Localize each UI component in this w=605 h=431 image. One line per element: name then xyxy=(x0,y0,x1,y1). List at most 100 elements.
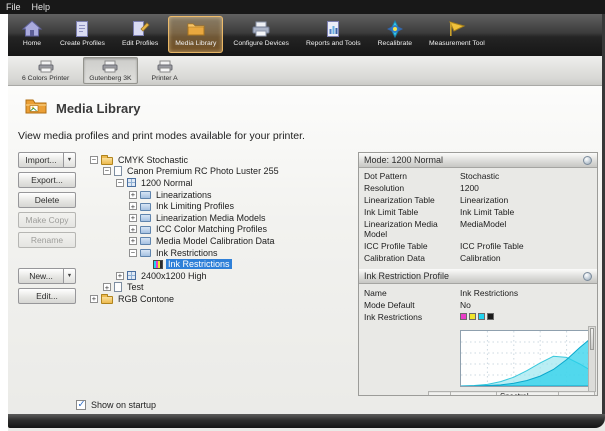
media-library-page: Media Library View media profiles and pr… xyxy=(8,86,605,431)
rename-button[interactable]: Rename xyxy=(18,232,76,248)
edit-profiles-icon xyxy=(129,19,151,39)
property-label: Mode Default xyxy=(364,299,415,310)
tree-item-media-model-calibration-data[interactable]: Media Model Calibration Data xyxy=(90,235,354,247)
expand-expander-icon[interactable] xyxy=(129,202,137,211)
new-dropdown-arrow-icon[interactable]: ▼ xyxy=(64,268,76,284)
collapse-expander-icon[interactable] xyxy=(90,155,98,164)
tree-item-cmyk-stochastic[interactable]: CMYK Stochastic xyxy=(90,154,354,166)
tree-item-label: RGB Contone xyxy=(118,293,175,304)
property-label: ICC Profile Table xyxy=(364,240,428,251)
property-row: Calibration Data Calibration xyxy=(359,252,597,264)
export-button[interactable]: Export... xyxy=(18,172,76,188)
tree-item-rgb-contone[interactable]: RGB Contone xyxy=(90,293,354,305)
property-row: Ink Limit Table Ink Limit Table xyxy=(359,207,597,219)
toolbar-item-edit-profiles[interactable]: Edit Profiles xyxy=(115,16,165,53)
property-label: Linearization Table xyxy=(364,195,435,206)
ink-swatch xyxy=(460,312,467,320)
tree-item-ink-restrictions-selected[interactable]: Ink Restrictions xyxy=(90,258,354,270)
ink-restriction-section-title: Ink Restriction Profile xyxy=(364,271,450,282)
property-value: 1200 xyxy=(460,183,479,194)
scrollbar-thumb[interactable] xyxy=(590,328,594,351)
ink-restriction-icon xyxy=(153,259,163,269)
folder-icon xyxy=(101,293,113,304)
tree-item-test[interactable]: Test xyxy=(90,282,354,294)
tree-item-label: 1200 Normal xyxy=(141,177,193,188)
toolbar-item-reports-tools[interactable]: Reports and Tools xyxy=(299,16,368,53)
import-button[interactable]: Import... xyxy=(18,152,64,168)
tree-item-linearization-media-models[interactable]: Linearization Media Models xyxy=(90,212,354,224)
details-panel: Mode: 1200 Normal Dot Pattern Stochastic… xyxy=(358,152,598,396)
expand-expander-icon[interactable] xyxy=(90,294,98,303)
ink-swatch-row: Ink Restrictions xyxy=(359,311,597,323)
printer-tab-6-colors[interactable]: 6 Colors Printer xyxy=(16,57,75,84)
property-row: Name Ink Restrictions xyxy=(359,287,597,299)
page-title: Media Library xyxy=(56,101,141,116)
expand-expander-icon[interactable] xyxy=(129,225,137,234)
toolbar-item-create-profiles[interactable]: Create Profiles xyxy=(53,16,112,53)
property-label: Resolution xyxy=(364,183,405,194)
toolbar-item-home[interactable]: Home xyxy=(14,16,50,53)
property-value: Linearization xyxy=(460,195,509,206)
property-label: Ink Restrictions xyxy=(364,311,423,322)
tree-item-2400x1200-high[interactable]: 2400x1200 High xyxy=(90,270,354,282)
configure-devices-icon xyxy=(250,19,272,39)
toolbar-item-label: Configure Devices xyxy=(233,40,289,47)
expand-expander-icon[interactable] xyxy=(129,213,137,222)
edit-button[interactable]: Edit... xyxy=(18,288,76,304)
expand-expander-icon[interactable] xyxy=(129,190,137,199)
new-button[interactable]: New... xyxy=(18,268,64,284)
property-value: Stochastic xyxy=(460,171,500,182)
window-bottom-frame xyxy=(8,414,605,428)
collapse-expander-icon[interactable] xyxy=(129,248,137,257)
menu-help[interactable]: Help xyxy=(32,2,51,12)
page-header: Media Library xyxy=(24,96,605,121)
show-on-startup-checkbox[interactable] xyxy=(76,399,86,410)
toolbar-item-recalibrate[interactable]: Recalibrate xyxy=(371,16,419,53)
media-profile-icon xyxy=(114,166,122,177)
vertical-scrollbar[interactable] xyxy=(588,326,596,392)
tree-item-canon-premium[interactable]: Canon Premium RC Photo Luster 255 xyxy=(90,166,354,178)
tree-item-label: Canon Premium RC Photo Luster 255 xyxy=(127,166,279,177)
collapse-expander-icon[interactable] xyxy=(103,166,111,176)
tree-item-label: CMYK Stochastic xyxy=(118,154,189,165)
toolbar-item-label: Edit Profiles xyxy=(121,40,159,47)
printer-tab-label: Gutenberg 3K xyxy=(89,75,132,82)
tree-item-linearizations[interactable]: Linearizations xyxy=(90,189,354,201)
toolbar-item-media-library[interactable]: Media Library xyxy=(168,16,224,53)
tree-item-1200-normal[interactable]: 1200 Normal xyxy=(90,177,354,189)
menu-file[interactable]: File xyxy=(6,2,21,12)
printer-tab-printer-a[interactable]: Printer A xyxy=(146,57,184,84)
property-row: Resolution 1200 xyxy=(359,183,597,195)
import-dropdown-arrow-icon[interactable]: ▼ xyxy=(64,152,76,168)
ink-restriction-section-header: Ink Restriction Profile xyxy=(359,269,597,285)
toolbar-item-measurement-tool[interactable]: Measurement Tool xyxy=(422,16,492,53)
collapse-expander-icon[interactable] xyxy=(116,178,124,187)
printer-tab-label: Printer A xyxy=(151,75,178,82)
expand-expander-icon[interactable] xyxy=(116,271,124,280)
content-area: Import... ▼ Export... Delete Make Copy R… xyxy=(18,152,598,396)
print-mode-icon xyxy=(127,271,136,281)
property-label: Dot Pattern xyxy=(364,171,407,182)
expand-expander-icon[interactable] xyxy=(103,283,111,292)
info-icon[interactable] xyxy=(583,271,592,281)
printer-icon xyxy=(156,60,174,75)
delete-button[interactable]: Delete xyxy=(18,192,76,208)
tree-item-ink-restrictions-group[interactable]: Ink Restrictions xyxy=(90,247,354,259)
tree-item-ink-limiting-profiles[interactable]: Ink Limiting Profiles xyxy=(90,200,354,212)
group-icon xyxy=(140,225,151,234)
toolbar-item-label: Media Library xyxy=(175,40,217,47)
info-icon[interactable] xyxy=(583,155,592,165)
ink-swatches xyxy=(460,312,592,323)
toolbar-item-configure-devices[interactable]: Configure Devices xyxy=(226,16,296,53)
home-icon xyxy=(21,19,43,39)
property-row: Linearization Table Linearization xyxy=(359,195,597,207)
expand-expander-icon[interactable] xyxy=(129,236,137,245)
show-on-startup-label: Show on startup xyxy=(91,400,157,410)
printer-tab-gutenberg-3k[interactable]: Gutenberg 3K xyxy=(83,57,138,84)
ink-swatch xyxy=(478,312,485,320)
tree-item-label: Ink Limiting Profiles xyxy=(156,201,235,212)
tree-item-label: Ink Restrictions xyxy=(166,259,232,270)
property-row: Dot Pattern Stochastic xyxy=(359,171,597,183)
tree-item-icc-color-matching-profiles[interactable]: ICC Color Matching Profiles xyxy=(90,224,354,236)
make-copy-button[interactable]: Make Copy xyxy=(18,212,76,228)
